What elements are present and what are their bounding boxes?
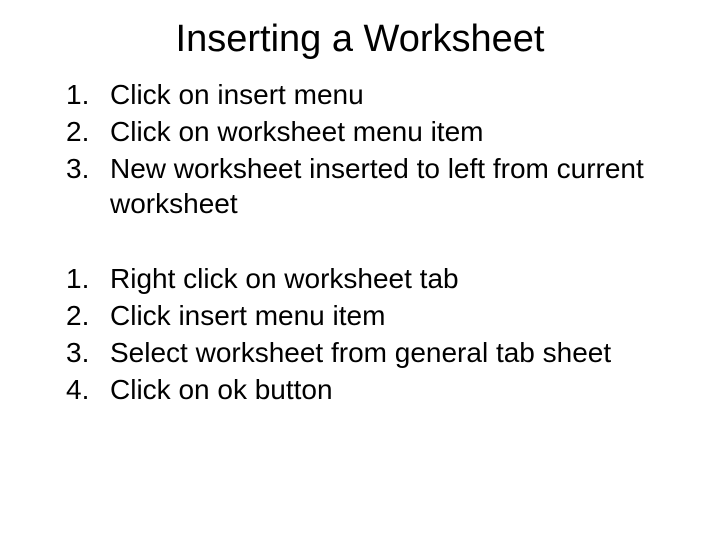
steps-list-1: Click on insert menu Click on worksheet … (30, 77, 690, 221)
list-item: Click insert menu item (30, 298, 690, 333)
list-item: Click on worksheet menu item (30, 114, 690, 149)
list-item: Click on insert menu (30, 77, 690, 112)
list-item: New worksheet inserted to left from curr… (30, 151, 690, 221)
steps-list-2: Right click on worksheet tab Click inser… (30, 261, 690, 407)
list-item: Right click on worksheet tab (30, 261, 690, 296)
list-item: Click on ok button (30, 372, 690, 407)
page-title: Inserting a Worksheet (30, 18, 690, 61)
list-item: Select worksheet from general tab sheet (30, 335, 690, 370)
